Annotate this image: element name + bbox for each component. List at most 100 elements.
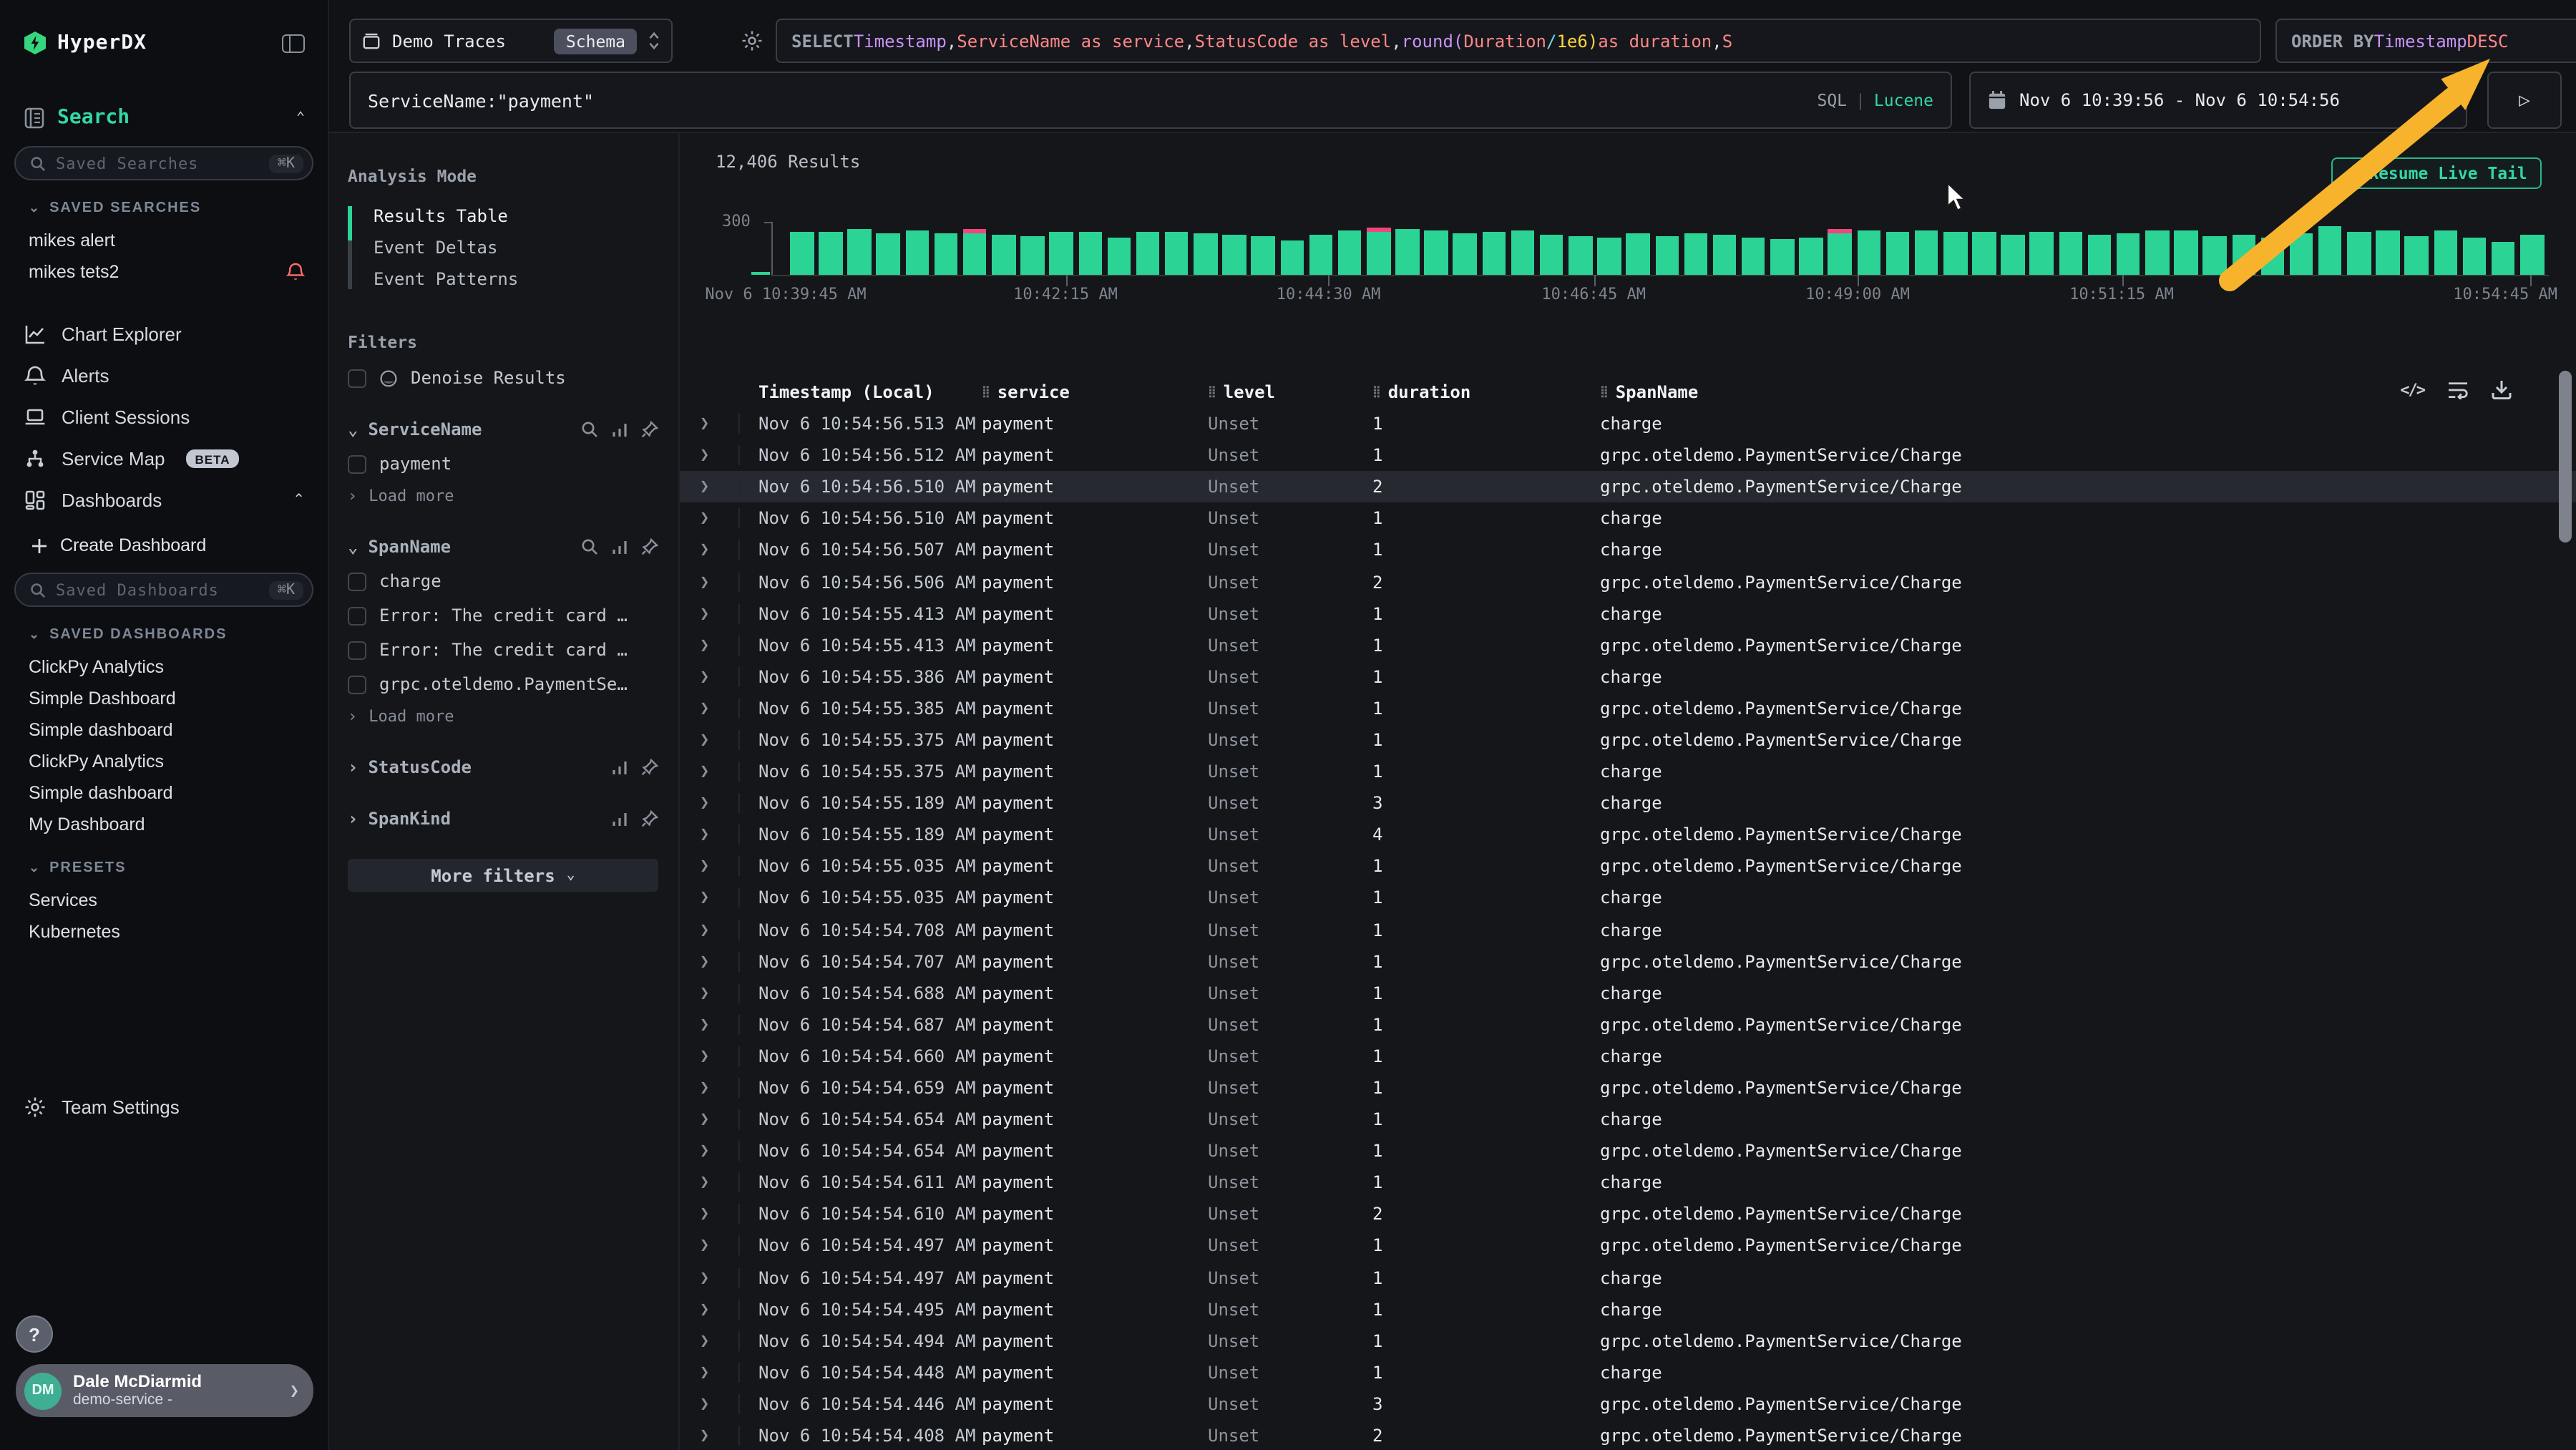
histogram-bar[interactable] <box>935 233 958 275</box>
drag-handle-icon[interactable]: ⣿ <box>1600 386 1607 398</box>
filter-value-row[interactable]: grpc.oteldemo.PaymentSe… <box>348 674 658 694</box>
row-expand-icon[interactable]: ❯ <box>680 1078 740 1098</box>
histogram-bar[interactable] <box>2030 233 2054 275</box>
table-row[interactable]: ❯Nov 6 10:54:54.448 AMpaymentUnset1charg… <box>680 1357 2576 1388</box>
histogram-bar[interactable] <box>1511 230 1535 275</box>
row-expand-icon[interactable]: ❯ <box>680 951 740 971</box>
histogram-bar[interactable] <box>1684 233 1707 275</box>
histogram-bar[interactable] <box>1742 238 1765 275</box>
row-expand-icon[interactable]: ❯ <box>680 1299 740 1319</box>
filter-section-servicename[interactable]: ⌄ServiceName <box>348 419 658 439</box>
histogram-bar[interactable] <box>1885 233 1909 275</box>
row-expand-icon[interactable]: ❯ <box>680 1205 740 1225</box>
table-row[interactable]: ❯Nov 6 10:54:54.688 AMpaymentUnset1charg… <box>680 977 2576 1008</box>
row-expand-icon[interactable]: ❯ <box>680 920 740 940</box>
histogram-bar[interactable] <box>1165 231 1189 275</box>
histogram-bar[interactable] <box>819 233 842 275</box>
histogram-bar[interactable] <box>2059 231 2082 275</box>
sidebar-item-chart-explorer[interactable]: Chart Explorer <box>0 313 328 355</box>
filter-pin-icon[interactable] <box>641 421 658 438</box>
table-row[interactable]: ❯Nov 6 10:54:54.497 AMpaymentUnset1charg… <box>680 1262 2576 1293</box>
histogram-bar[interactable] <box>1713 235 1737 275</box>
row-expand-icon[interactable]: ❯ <box>680 793 740 813</box>
filter-pin-icon[interactable] <box>641 538 658 555</box>
create-dashboard-button[interactable]: Create Dashboard <box>0 521 328 555</box>
drag-handle-icon[interactable]: ⣿ <box>1208 386 1215 398</box>
filter-chart-icon[interactable] <box>611 759 628 776</box>
histogram-bar[interactable] <box>1223 235 1246 275</box>
chevron-down-icon[interactable]: ⌄ <box>29 200 41 216</box>
table-row[interactable]: ❯Nov 6 10:54:54.446 AMpaymentUnset3grpc.… <box>680 1388 2576 1420</box>
histogram-bar[interactable] <box>2232 234 2255 275</box>
row-expand-icon[interactable]: ❯ <box>680 445 740 465</box>
user-card[interactable]: DM Dale McDiarmid demo-service - ❯ <box>16 1364 313 1417</box>
more-filters-button[interactable]: More filters⌄ <box>348 859 658 892</box>
histogram-bar[interactable] <box>1078 231 1102 275</box>
table-row[interactable]: ❯Nov 6 10:54:56.512 AMpaymentUnset1grpc.… <box>680 439 2576 471</box>
histogram-bar[interactable] <box>2462 238 2486 275</box>
filter-chart-icon[interactable] <box>611 810 628 827</box>
row-expand-icon[interactable]: ❯ <box>680 825 740 845</box>
table-row[interactable]: ❯Nov 6 10:54:54.408 AMpaymentUnset2grpc.… <box>680 1420 2576 1450</box>
table-row[interactable]: ❯Nov 6 10:54:55.035 AMpaymentUnset1charg… <box>680 882 2576 914</box>
table-row[interactable]: ❯Nov 6 10:54:55.413 AMpaymentUnset1grpc.… <box>680 629 2576 661</box>
help-button[interactable]: ? <box>16 1315 53 1353</box>
filter-search-icon[interactable] <box>581 538 598 555</box>
table-row[interactable]: ❯Nov 6 10:54:54.687 AMpaymentUnset1grpc.… <box>680 1009 2576 1041</box>
histogram-bar[interactable] <box>1540 235 1563 275</box>
column-header-level[interactable]: ⣿level <box>1208 382 1372 402</box>
sidebar-saved-dashboard-item[interactable]: Simple Dashboard <box>0 683 328 714</box>
filter-pin-icon[interactable] <box>641 810 658 827</box>
histogram-bar[interactable] <box>2376 231 2400 275</box>
row-expand-icon[interactable]: ❯ <box>680 1141 740 1161</box>
filter-pin-icon[interactable] <box>641 759 658 776</box>
column-header-service[interactable]: ⣿service <box>982 382 1208 402</box>
histogram-bar[interactable] <box>963 233 987 275</box>
row-expand-icon[interactable]: ❯ <box>680 1363 740 1383</box>
row-expand-icon[interactable]: ❯ <box>680 1394 740 1414</box>
table-row[interactable]: ❯Nov 6 10:54:55.385 AMpaymentUnset1grpc.… <box>680 693 2576 724</box>
histogram-bar[interactable] <box>790 232 814 275</box>
source-select[interactable]: Demo Traces Schema <box>349 19 673 63</box>
row-expand-icon[interactable]: ❯ <box>680 888 740 908</box>
histogram-bar[interactable] <box>877 234 900 275</box>
sidebar-item-client-sessions[interactable]: Client Sessions <box>0 396 328 438</box>
table-row[interactable]: ❯Nov 6 10:54:54.654 AMpaymentUnset1charg… <box>680 1104 2576 1135</box>
table-row[interactable]: ❯Nov 6 10:54:56.506 AMpaymentUnset2grpc.… <box>680 566 2576 598</box>
histogram-bar[interactable] <box>2001 235 2025 275</box>
table-row[interactable]: ❯Nov 6 10:54:54.497 AMpaymentUnset1grpc.… <box>680 1230 2576 1262</box>
histogram-bar[interactable] <box>1395 229 1419 275</box>
table-row[interactable]: ❯Nov 6 10:54:55.189 AMpaymentUnset3charg… <box>680 787 2576 819</box>
histogram-bar[interactable] <box>1050 233 1073 275</box>
table-row[interactable]: ❯Nov 6 10:54:55.413 AMpaymentUnset1charg… <box>680 598 2576 629</box>
filter-chart-icon[interactable] <box>611 538 628 555</box>
source-settings-gear-icon[interactable] <box>741 30 763 52</box>
row-expand-icon[interactable]: ❯ <box>680 699 740 719</box>
row-expand-icon[interactable]: ❯ <box>680 1426 740 1446</box>
column-header-timestamp[interactable]: Timestamp (Local) <box>740 382 982 402</box>
results-histogram[interactable]: 300Nov 6 10:39:45 AM10:42:15 AM10:44:30 … <box>680 133 2576 305</box>
row-expand-icon[interactable]: ❯ <box>680 1267 740 1288</box>
toggle-sql[interactable]: SQL <box>1817 90 1847 110</box>
table-row[interactable]: ❯Nov 6 10:54:54.654 AMpaymentUnset1grpc.… <box>680 1135 2576 1167</box>
table-row[interactable]: ❯Nov 6 10:54:56.513 AMpaymentUnset1charg… <box>680 408 2576 439</box>
table-row[interactable]: ❯Nov 6 10:54:56.510 AMpaymentUnset1charg… <box>680 503 2576 535</box>
filter-value-checkbox[interactable] <box>348 641 366 659</box>
histogram-bar[interactable] <box>1453 233 1477 275</box>
histogram-bar[interactable] <box>1482 232 1506 275</box>
chevron-up-icon[interactable]: ⌃ <box>296 110 305 125</box>
histogram-bar[interactable] <box>1800 237 1823 275</box>
download-icon[interactable] <box>2492 379 2512 399</box>
table-row[interactable]: ❯Nov 6 10:54:54.660 AMpaymentUnset1charg… <box>680 1041 2576 1072</box>
search-query-input[interactable]: ServiceName:"payment" SQL|Lucene <box>349 72 1952 129</box>
histogram-bar[interactable] <box>1338 230 1362 275</box>
row-expand-icon[interactable]: ❯ <box>680 1109 740 1129</box>
wrap-text-icon[interactable] <box>2447 380 2469 399</box>
filter-value-checkbox[interactable] <box>348 606 366 625</box>
date-range-picker[interactable]: Nov 6 10:39:56 - Nov 6 10:54:56 <box>1969 72 2467 129</box>
filter-value-checkbox[interactable] <box>348 675 366 694</box>
histogram-bar[interactable] <box>2405 236 2429 275</box>
histogram-bar[interactable] <box>1367 232 1390 275</box>
sidebar-collapse-icon[interactable] <box>282 34 305 52</box>
filter-value-row[interactable]: Error: The credit card … <box>348 640 658 660</box>
